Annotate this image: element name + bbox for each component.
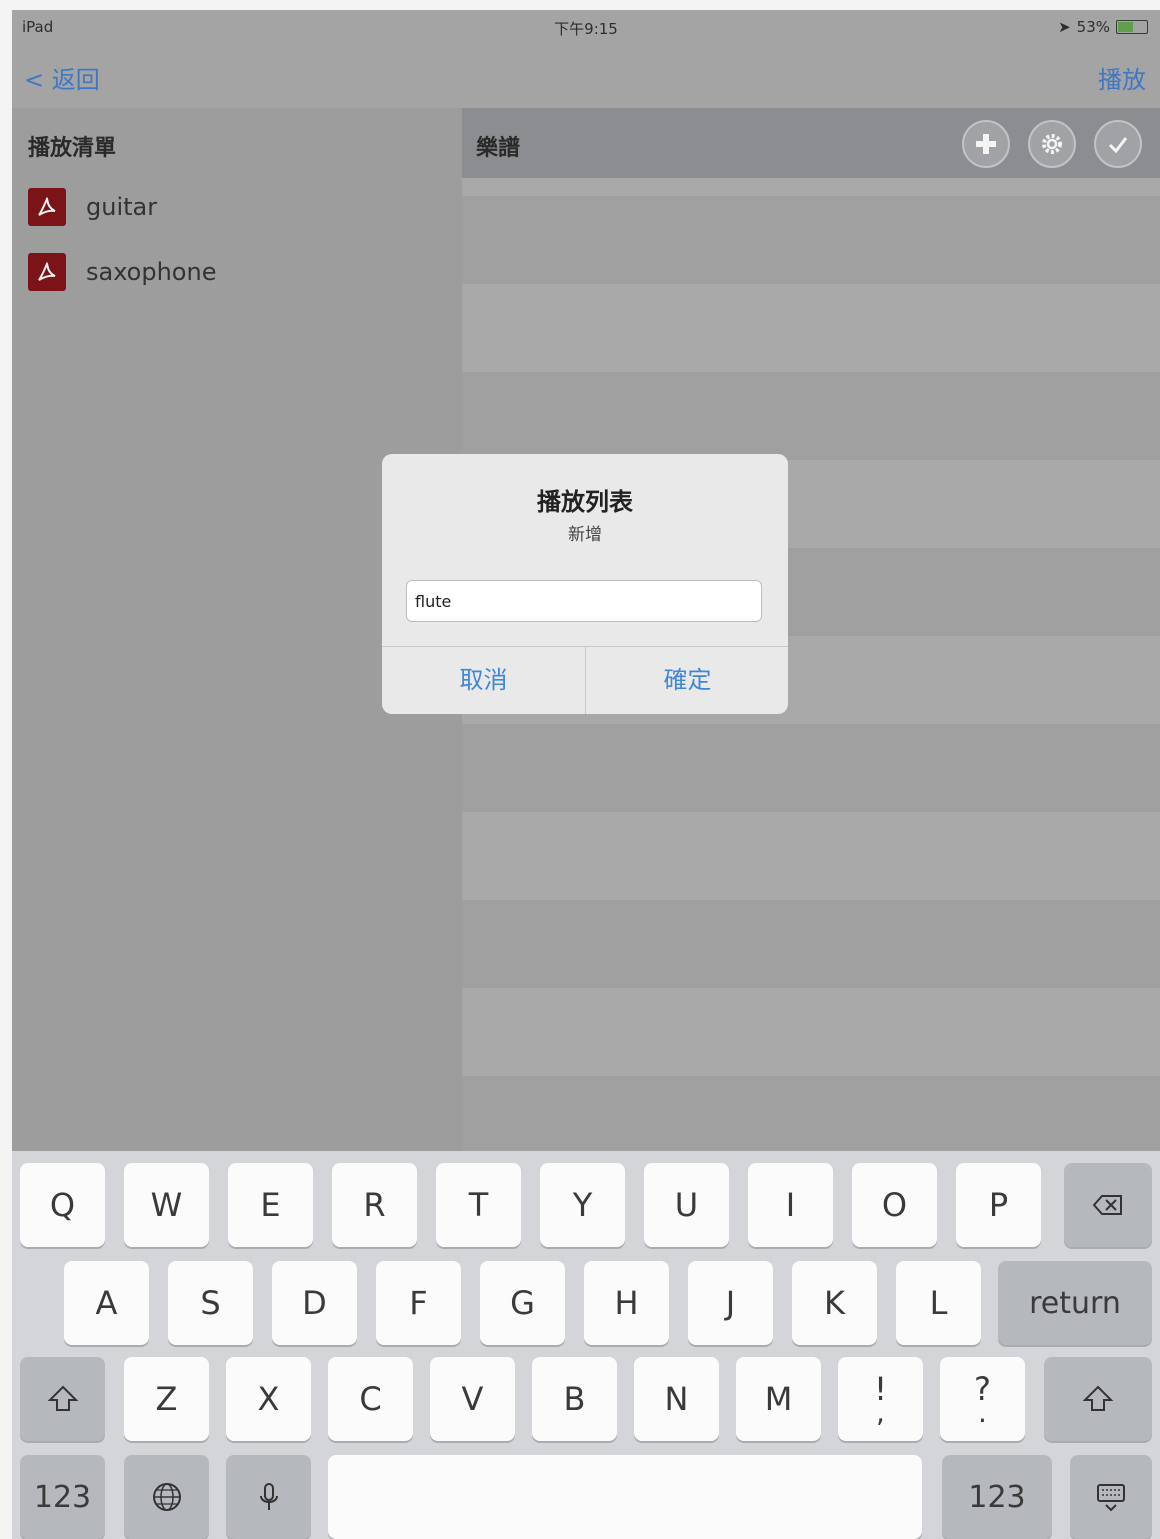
navigation-bar: < 返回 播放 xyxy=(12,44,1160,109)
pdf-icon xyxy=(28,253,66,291)
key-a[interactable]: A xyxy=(64,1261,149,1345)
key-z[interactable]: Z xyxy=(124,1357,209,1441)
settings-button[interactable] xyxy=(1028,120,1076,168)
key-k[interactable]: K xyxy=(792,1261,877,1345)
shift-icon xyxy=(47,1385,78,1411)
microphone-icon xyxy=(259,1483,278,1510)
dialog-message: 新增 xyxy=(568,525,602,545)
sheet-music-header: 樂譜 xyxy=(462,108,1160,178)
dialog-title: 播放列表 xyxy=(537,488,633,516)
key-p[interactable]: P xyxy=(956,1163,1041,1247)
key-g[interactable]: G xyxy=(480,1261,565,1345)
done-button[interactable] xyxy=(1094,120,1142,168)
battery-percent: 53% xyxy=(1076,18,1110,36)
shift-key-left[interactable] xyxy=(20,1357,105,1441)
key-exclamation-comma[interactable]: !, xyxy=(838,1357,923,1441)
ipad-screen: iPad 下午9:15 ➤ 53% < 返回 播放 播放清單 guitar sa… xyxy=(12,10,1160,1539)
battery-icon xyxy=(1116,20,1148,34)
key-h[interactable]: H xyxy=(584,1261,669,1345)
numbers-key-left[interactable]: 123 xyxy=(20,1455,105,1539)
playlist-item-guitar[interactable]: guitar xyxy=(28,182,157,232)
confirm-button[interactable]: 確定 xyxy=(586,647,788,714)
hide-keyboard-key[interactable] xyxy=(1070,1455,1152,1539)
key-bottom-char: . xyxy=(978,1396,987,1429)
backspace-icon xyxy=(1092,1195,1122,1215)
status-bar: iPad 下午9:15 ➤ 53% xyxy=(12,10,1160,44)
playlist-item-label: guitar xyxy=(86,193,158,221)
checkmark-icon xyxy=(1108,137,1128,154)
key-u[interactable]: U xyxy=(644,1163,729,1247)
key-o[interactable]: O xyxy=(852,1163,937,1247)
cancel-button[interactable]: 取消 xyxy=(382,647,585,714)
key-t[interactable]: T xyxy=(436,1163,521,1247)
space-key[interactable] xyxy=(328,1455,922,1539)
gear-icon xyxy=(1042,134,1062,154)
backspace-key[interactable] xyxy=(1064,1163,1152,1247)
key-e[interactable]: E xyxy=(228,1163,313,1247)
key-bottom-char: , xyxy=(876,1396,885,1429)
plus-icon xyxy=(976,134,996,154)
key-w[interactable]: W xyxy=(124,1163,209,1247)
key-x[interactable]: X xyxy=(226,1357,311,1441)
globe-key[interactable] xyxy=(124,1455,209,1539)
new-playlist-dialog: 播放列表 新增 取消 確定 xyxy=(382,454,788,714)
playlist-header: 播放清單 xyxy=(28,136,117,161)
shift-icon xyxy=(1082,1385,1114,1411)
key-f[interactable]: F xyxy=(376,1261,461,1345)
keyboard-hide-icon xyxy=(1097,1484,1125,1512)
key-n[interactable]: N xyxy=(634,1357,719,1441)
status-time: 下午9:15 xyxy=(554,20,618,38)
status-right: ➤ 53% xyxy=(1058,18,1148,36)
sheet-music-title: 樂譜 xyxy=(476,136,521,161)
key-q[interactable]: Q xyxy=(20,1163,105,1247)
key-d[interactable]: D xyxy=(272,1261,357,1345)
dictation-key[interactable] xyxy=(226,1455,311,1539)
shift-key-right[interactable] xyxy=(1044,1357,1152,1441)
pdf-icon xyxy=(28,188,66,226)
add-button[interactable] xyxy=(962,120,1010,168)
return-key[interactable]: return xyxy=(998,1261,1152,1345)
play-button[interactable]: 播放 xyxy=(1098,60,1146,95)
numbers-key-right[interactable]: 123 xyxy=(942,1455,1052,1539)
key-v[interactable]: V xyxy=(430,1357,515,1441)
location-icon: ➤ xyxy=(1058,18,1071,36)
key-s[interactable]: S xyxy=(168,1261,253,1345)
key-c[interactable]: C xyxy=(328,1357,413,1441)
key-question-period[interactable]: ?. xyxy=(940,1357,1025,1441)
playlist-item-label: saxophone xyxy=(86,258,217,286)
key-y[interactable]: Y xyxy=(540,1163,625,1247)
key-m[interactable]: M xyxy=(736,1357,821,1441)
playlist-name-input[interactable] xyxy=(406,580,762,622)
key-r[interactable]: R xyxy=(332,1163,417,1247)
playlist-item-saxophone[interactable]: saxophone xyxy=(28,247,216,297)
onscreen-keyboard: Q W E R T Y U I O P A S D F G H J K L re… xyxy=(12,1151,1160,1539)
back-button[interactable]: < 返回 xyxy=(24,60,100,95)
key-i[interactable]: I xyxy=(748,1163,833,1247)
key-b[interactable]: B xyxy=(532,1357,617,1441)
globe-icon xyxy=(152,1483,181,1511)
key-j[interactable]: J xyxy=(688,1261,773,1345)
key-l[interactable]: L xyxy=(896,1261,981,1345)
